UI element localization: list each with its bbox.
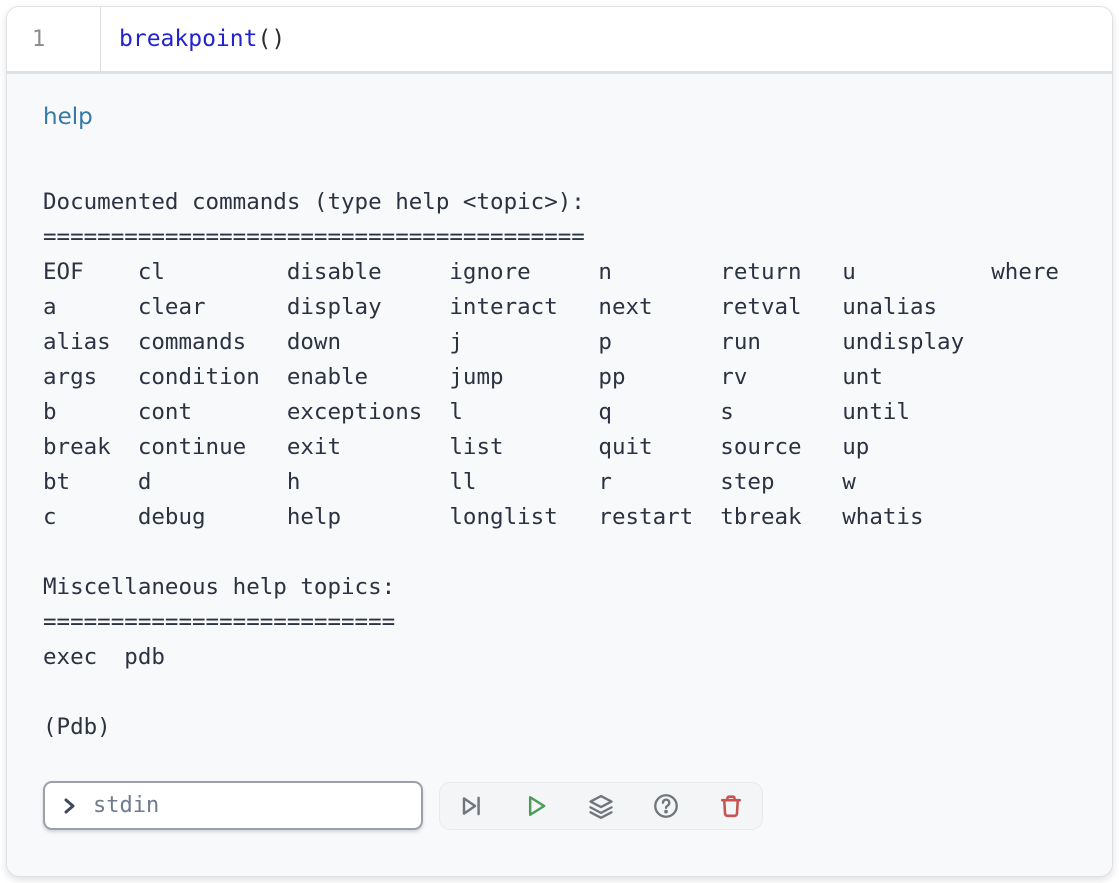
code-editor[interactable]: 1 breakpoint() xyxy=(7,7,1112,74)
echoed-command: help xyxy=(43,101,1076,134)
stdin-input[interactable] xyxy=(91,792,407,819)
pdb-output: Documented commands (type help <topic>):… xyxy=(43,185,1076,745)
toolbar xyxy=(439,782,763,830)
chevron-right-icon xyxy=(59,796,79,816)
step-over-button[interactable] xyxy=(457,792,485,820)
stdin-input-box[interactable] xyxy=(43,781,423,830)
line-number: 1 xyxy=(32,27,45,52)
output-area: help Documented commands (type help <top… xyxy=(7,74,1112,870)
help-button[interactable] xyxy=(652,792,680,820)
run-button[interactable] xyxy=(522,792,550,820)
python-console-card: 1 breakpoint() help Documented commands … xyxy=(6,6,1113,877)
code-line: breakpoint() xyxy=(101,26,285,52)
console-controls xyxy=(43,781,1076,830)
layers-icon xyxy=(587,792,615,820)
code-token-punctuation: () xyxy=(257,26,285,52)
trash-icon xyxy=(717,792,745,820)
editor-gutter: 1 xyxy=(7,7,101,71)
code-token-builtin: breakpoint xyxy=(119,26,257,52)
play-outline-icon xyxy=(522,792,550,820)
clear-button[interactable] xyxy=(717,792,745,820)
stack-button[interactable] xyxy=(587,792,615,820)
skip-next-icon xyxy=(457,792,485,820)
question-circle-icon xyxy=(652,792,680,820)
